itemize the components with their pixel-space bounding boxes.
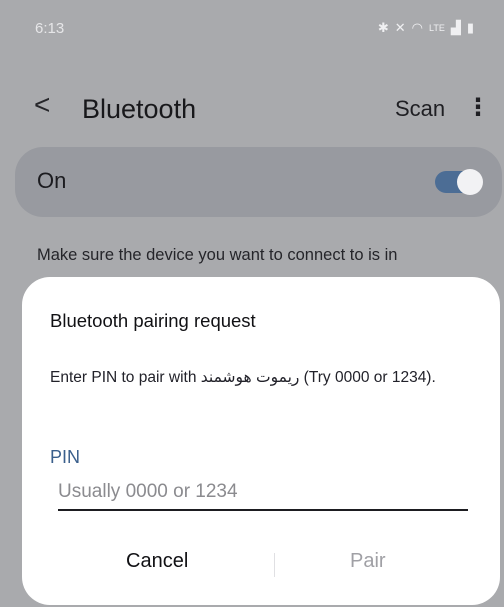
page-title: Bluetooth bbox=[82, 94, 197, 124]
bluetooth-switch[interactable] bbox=[435, 169, 483, 195]
status-icons: ✱ ✕ ◠ LTE ▟ ▮ bbox=[378, 20, 474, 36]
status-bar: 6:13 ✱ ✕ ◠ LTE ▟ ▮ bbox=[0, 0, 504, 50]
bluetooth-toggle-row[interactable]: On bbox=[15, 147, 502, 217]
settings-screen: 6:13 ✱ ✕ ◠ LTE ▟ ▮ < Bluetooth Scan ⋮ On… bbox=[0, 0, 504, 607]
dialog-message: Enter PIN to pair with ریموت هوشمند (Try… bbox=[50, 369, 436, 386]
bluetooth-icon: ✱ bbox=[377, 20, 389, 35]
button-divider bbox=[274, 553, 275, 577]
pair-button[interactable]: Pair bbox=[344, 549, 392, 574]
bluetooth-state-label: On bbox=[37, 168, 67, 193]
mute-icon: ✕ bbox=[394, 20, 406, 35]
wifi-icon: ◠ bbox=[411, 20, 423, 35]
pin-label: PIN bbox=[50, 447, 81, 467]
pairing-hint-text: Make sure the device you want to connect… bbox=[37, 246, 398, 264]
back-icon[interactable]: < bbox=[34, 91, 50, 119]
switch-knob bbox=[457, 169, 483, 195]
app-header: < Bluetooth Scan ⋮ bbox=[0, 85, 504, 135]
signal-icon: ▟ bbox=[450, 20, 461, 35]
battery-icon: ▮ bbox=[466, 20, 474, 35]
volte-icon: LTE bbox=[429, 23, 445, 33]
scan-button[interactable]: Scan bbox=[395, 96, 445, 122]
cancel-button[interactable]: Cancel bbox=[120, 549, 194, 574]
pin-input[interactable] bbox=[58, 475, 468, 511]
dialog-title: Bluetooth pairing request bbox=[50, 310, 256, 331]
more-options-icon[interactable]: ⋮ bbox=[466, 93, 490, 122]
pairing-dialog: Bluetooth pairing request Enter PIN to p… bbox=[22, 277, 500, 605]
status-time: 6:13 bbox=[35, 20, 65, 37]
